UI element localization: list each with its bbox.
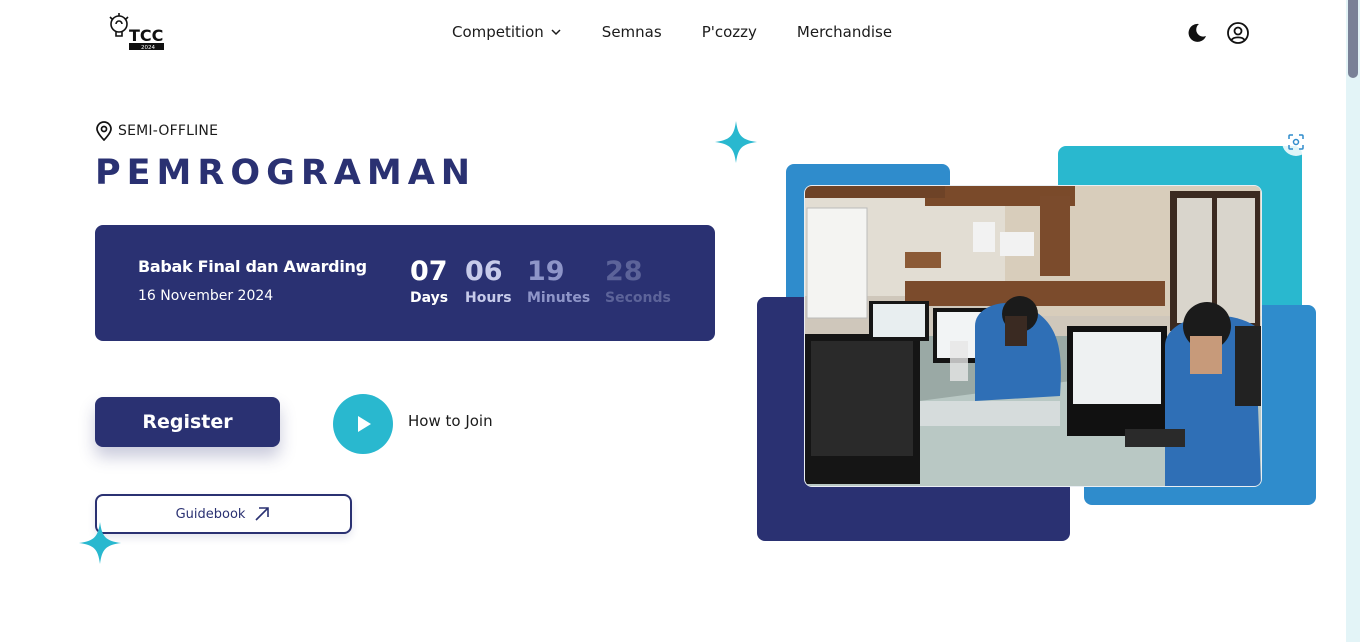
scrollbar-thumb[interactable] <box>1348 0 1358 78</box>
main-nav: Competition Semnas P'cozzy Merchandise <box>452 23 932 41</box>
map-pin-icon <box>96 121 112 141</box>
minutes-value: 19 <box>527 256 565 287</box>
countdown-seconds: 28 Seconds <box>605 257 671 307</box>
countdown-minutes: 19 Minutes <box>527 257 590 307</box>
scan-icon[interactable] <box>1282 128 1310 156</box>
play-button[interactable] <box>333 394 393 454</box>
nav-competition-label: Competition <box>452 23 544 41</box>
nav-competition[interactable]: Competition <box>452 23 562 41</box>
page: TCC 2024 Competition Semnas P'cozzy Merc… <box>0 0 1346 642</box>
how-to-join-link[interactable]: How to Join <box>408 412 493 430</box>
arrow-up-right-icon <box>255 507 270 521</box>
nav-pcozzy[interactable]: P'cozzy <box>702 23 757 41</box>
nav-merchandise[interactable]: Merchandise <box>797 23 892 41</box>
days-value: 07 <box>410 256 448 287</box>
event-name: Babak Final dan Awarding <box>138 257 367 276</box>
play-icon <box>358 416 371 432</box>
seconds-value: 28 <box>605 256 643 287</box>
event-date: 16 November 2024 <box>138 288 274 304</box>
sparkle-icon <box>715 121 757 163</box>
countdown-days: 07 Days <box>410 257 448 307</box>
chevron-down-icon <box>551 29 561 36</box>
countdown-card: Babak Final dan Awarding 16 November 202… <box>95 225 715 341</box>
nav-merchandise-label: Merchandise <box>796 23 893 41</box>
nav-semnas[interactable]: Semnas <box>602 23 662 41</box>
tcc-logo[interactable]: TCC 2024 <box>107 13 165 51</box>
seconds-label: Seconds <box>605 290 671 306</box>
svg-text:2024: 2024 <box>141 45 155 51</box>
guidebook-label: Guidebook <box>175 506 246 522</box>
nav-pcozzy-label: P'cozzy <box>701 23 757 41</box>
page-title: PEMROGRAMAN <box>95 153 477 193</box>
location-label: SEMI-OFFLINE <box>118 123 219 139</box>
nav-semnas-label: Semnas <box>601 23 662 41</box>
guidebook-button[interactable]: Guidebook <box>95 494 352 534</box>
register-button[interactable]: Register <box>95 397 280 447</box>
days-label: Days <box>410 290 449 306</box>
countdown-hours: 06 Hours <box>465 257 512 307</box>
competition-photo <box>804 185 1262 487</box>
user-icon[interactable] <box>1226 21 1250 45</box>
minutes-label: Minutes <box>527 290 591 306</box>
hours-label: Hours <box>465 290 512 306</box>
location-tag: SEMI-OFFLINE <box>95 121 218 141</box>
page-scrollbar[interactable] <box>1346 0 1360 642</box>
svg-text:TCC: TCC <box>129 26 163 45</box>
hours-value: 06 <box>465 256 503 287</box>
moon-icon[interactable] <box>1186 22 1208 44</box>
sparkle-icon <box>79 522 121 564</box>
